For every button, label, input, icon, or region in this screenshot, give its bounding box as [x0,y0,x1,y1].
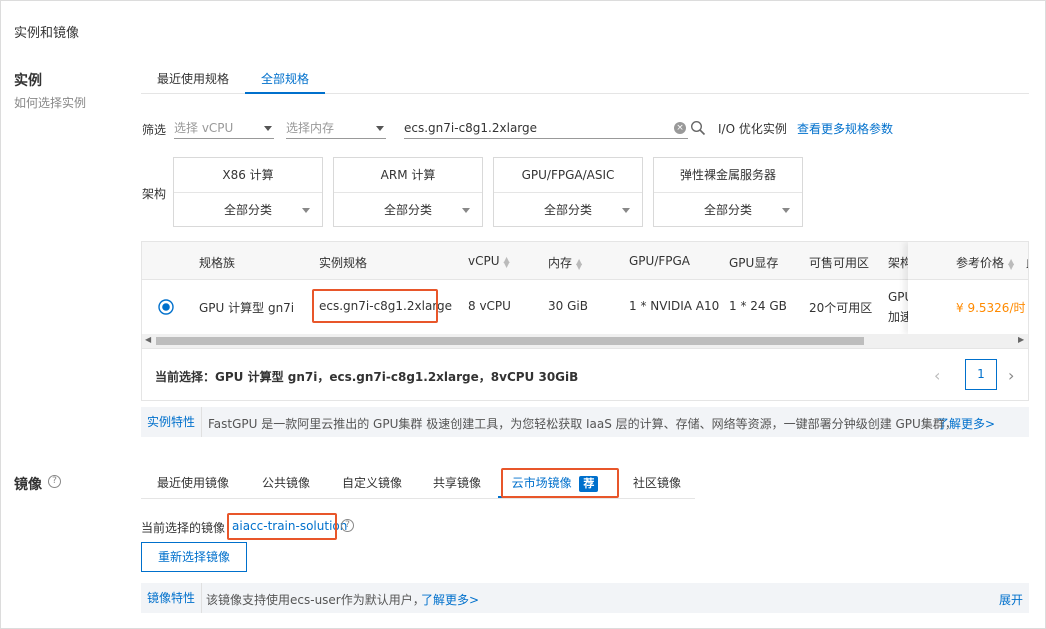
header-price[interactable]: 参考价格 ▲ ▼ [956,254,1014,271]
image-tabs-divider [141,498,695,499]
spec-table: 规格族 实例规格 vCPU ▲ ▼ 内存 ▲ ▼ GPU/FPGA GPU显存 可售可用… [141,241,1029,401]
instance-feature-tag: 实例特性 [141,407,203,437]
tab-custom-images[interactable]: 自定义镜像 [332,468,412,498]
chevron-down-icon [264,126,272,131]
header-memory[interactable]: 内存 ▲ ▼ [548,254,582,271]
sort-icon: ▲ ▼ [576,256,583,271]
arch-arm-name[interactable]: ARM 计算 [334,158,482,193]
current-selection-text: 当前选择：GPU 计算型 gn7i，ecs.gn7i-c8g1.2xlarge，… [155,370,579,384]
header-extra: 此 [1026,254,1028,271]
page-number-current[interactable]: 1 [965,359,997,390]
arch-gpu-name[interactable]: GPU/FPGA/ASIC [494,158,642,193]
cell-vcpu: 8 vCPU [468,299,511,313]
highlight-box-image [227,513,337,540]
tab-all-specs[interactable]: 全部规格 [245,64,325,94]
image-feature-bar: 镜像特性 该镜像支持使用ecs-user作为默认用户， 了解更多> 展开 [141,583,1029,613]
instance-label: 实例 [14,73,42,89]
memory-select-placeholder: 选择内存 [286,121,335,135]
arch-category-label: 全部分类 [383,203,432,217]
spec-table-header: 规格族 实例规格 vCPU ▲ ▼ 内存 ▲ ▼ GPU/FPGA GPU显存 可售可用… [142,242,1028,280]
arch-x86-category[interactable]: 全部分类 [174,193,322,227]
instance-feature-text: FastGPU 是一款阿里云推出的 GPU集群 极速创建工具，为您轻松获取 Ia… [208,417,957,431]
cell-zones: 20个可用区 [809,301,873,315]
arch-bare-metal[interactable]: 弹性裸金属服务器 全部分类 [653,157,803,227]
arch-x86[interactable]: X86 计算 全部分类 [173,157,323,227]
arch-x86-name[interactable]: X86 计算 [174,158,322,193]
current-image-label: 当前选择的镜像 [141,521,226,535]
arch-gpu[interactable]: GPU/FPGA/ASIC 全部分类 [493,157,643,227]
tab-recent-specs[interactable]: 最近使用规格 [145,64,241,94]
highlight-box-spec [312,289,438,323]
arch-bare-metal-category[interactable]: 全部分类 [654,193,802,227]
scroll-left-icon[interactable]: ◀ [145,335,151,344]
arch-category-label: 全部分类 [703,203,752,217]
clear-icon[interactable]: × [674,122,686,134]
image-feature-tag: 镜像特性 [141,583,203,613]
chevron-down-icon [462,208,470,213]
chevron-down-icon [302,208,310,213]
arch-gpu-category[interactable]: 全部分类 [494,193,642,227]
arch-label: 架构 [142,187,167,201]
header-memory-label: 内存 [548,256,573,270]
header-spec: 实例规格 [319,256,368,270]
sort-icon: ▲ ▼ [503,254,510,269]
image-feature-expand[interactable]: 展开 [999,591,1023,608]
help-icon[interactable]: ? [48,475,61,488]
vcpu-select-placeholder: 选择 vCPU [174,121,234,135]
instance-feature-learn-more[interactable]: 了解更多> [937,415,995,432]
more-spec-params-link[interactable]: 查看更多规格参数 [797,120,893,137]
row-radio-selected[interactable] [158,299,174,315]
tab-recent-images[interactable]: 最近使用镜像 [145,468,241,498]
scroll-right-icon[interactable]: ▶ [1018,335,1024,344]
header-price-label: 参考价格 [956,256,1005,270]
page-prev-icon[interactable]: ‹ [934,366,940,385]
horizontal-scrollbar-thumb[interactable] [156,337,864,345]
instance-feature-bar: 实例特性 FastGPU 是一款阿里云推出的 GPU集群 极速创建工具，为您轻松… [141,407,1029,437]
chevron-down-icon [622,208,630,213]
search-icon[interactable] [690,120,706,136]
header-zones: 可售可用区 [809,256,870,270]
tab-shared-images[interactable]: 共享镜像 [422,468,492,498]
filter-label: 筛选 [142,123,167,137]
header-gpu: GPU/FPGA [629,254,691,268]
cell-family: GPU 计算型 gn7i [199,301,295,315]
memory-select[interactable]: 选择内存 [286,117,386,139]
how-to-choose-instance-link[interactable]: 如何选择实例 [14,94,86,111]
arch-category-label: 全部分类 [223,203,272,217]
page-next-icon[interactable]: › [1008,366,1014,385]
header-vcpu[interactable]: vCPU ▲ ▼ [468,254,510,268]
vcpu-select[interactable]: 选择 vCPU [174,117,274,139]
header-gpu-mem: GPU显存 [729,256,779,270]
image-feature-text: 该镜像支持使用ecs-user作为默认用户， [206,593,425,607]
spec-search-input[interactable]: ecs.gn7i-c8g1.2xlarge × [404,117,688,139]
image-label: 镜像 [14,477,42,493]
price-column: 参考价格▲▼ 此 ¥ 9.5326/时 [908,242,1028,334]
chevron-down-icon [376,126,384,131]
highlight-box-marketplace-tab [501,468,619,498]
cell-gpu: 1 * NVIDIA A10 [629,299,720,313]
arch-category-label: 全部分类 [543,203,592,217]
tab-public-images[interactable]: 公共镜像 [251,468,321,498]
cell-gpu-mem: 1 * 24 GB [729,299,787,313]
arch-bare-metal-name[interactable]: 弹性裸金属服务器 [654,158,802,193]
cell-memory: 30 GiB [548,299,588,313]
header-family: 规格族 [199,256,236,270]
reselect-image-button[interactable]: 重新选择镜像 [141,542,247,572]
section-title: 实例和镜像 [14,26,80,41]
image-feature-learn-more[interactable]: 了解更多> [421,591,479,608]
cell-price: ¥ 9.5326/时 [956,301,1026,315]
arch-arm[interactable]: ARM 计算 全部分类 [333,157,483,227]
arch-arm-category[interactable]: 全部分类 [334,193,482,227]
tab-community-images[interactable]: 社区镜像 [622,468,692,498]
spec-search-value: ecs.gn7i-c8g1.2xlarge [404,121,538,135]
chevron-down-icon [782,208,790,213]
header-vcpu-label: vCPU [468,254,500,268]
sort-icon: ▲ ▼ [1008,256,1015,271]
help-icon[interactable]: ? [341,519,354,532]
io-optimized-label: I/O 优化实例 [718,122,787,136]
